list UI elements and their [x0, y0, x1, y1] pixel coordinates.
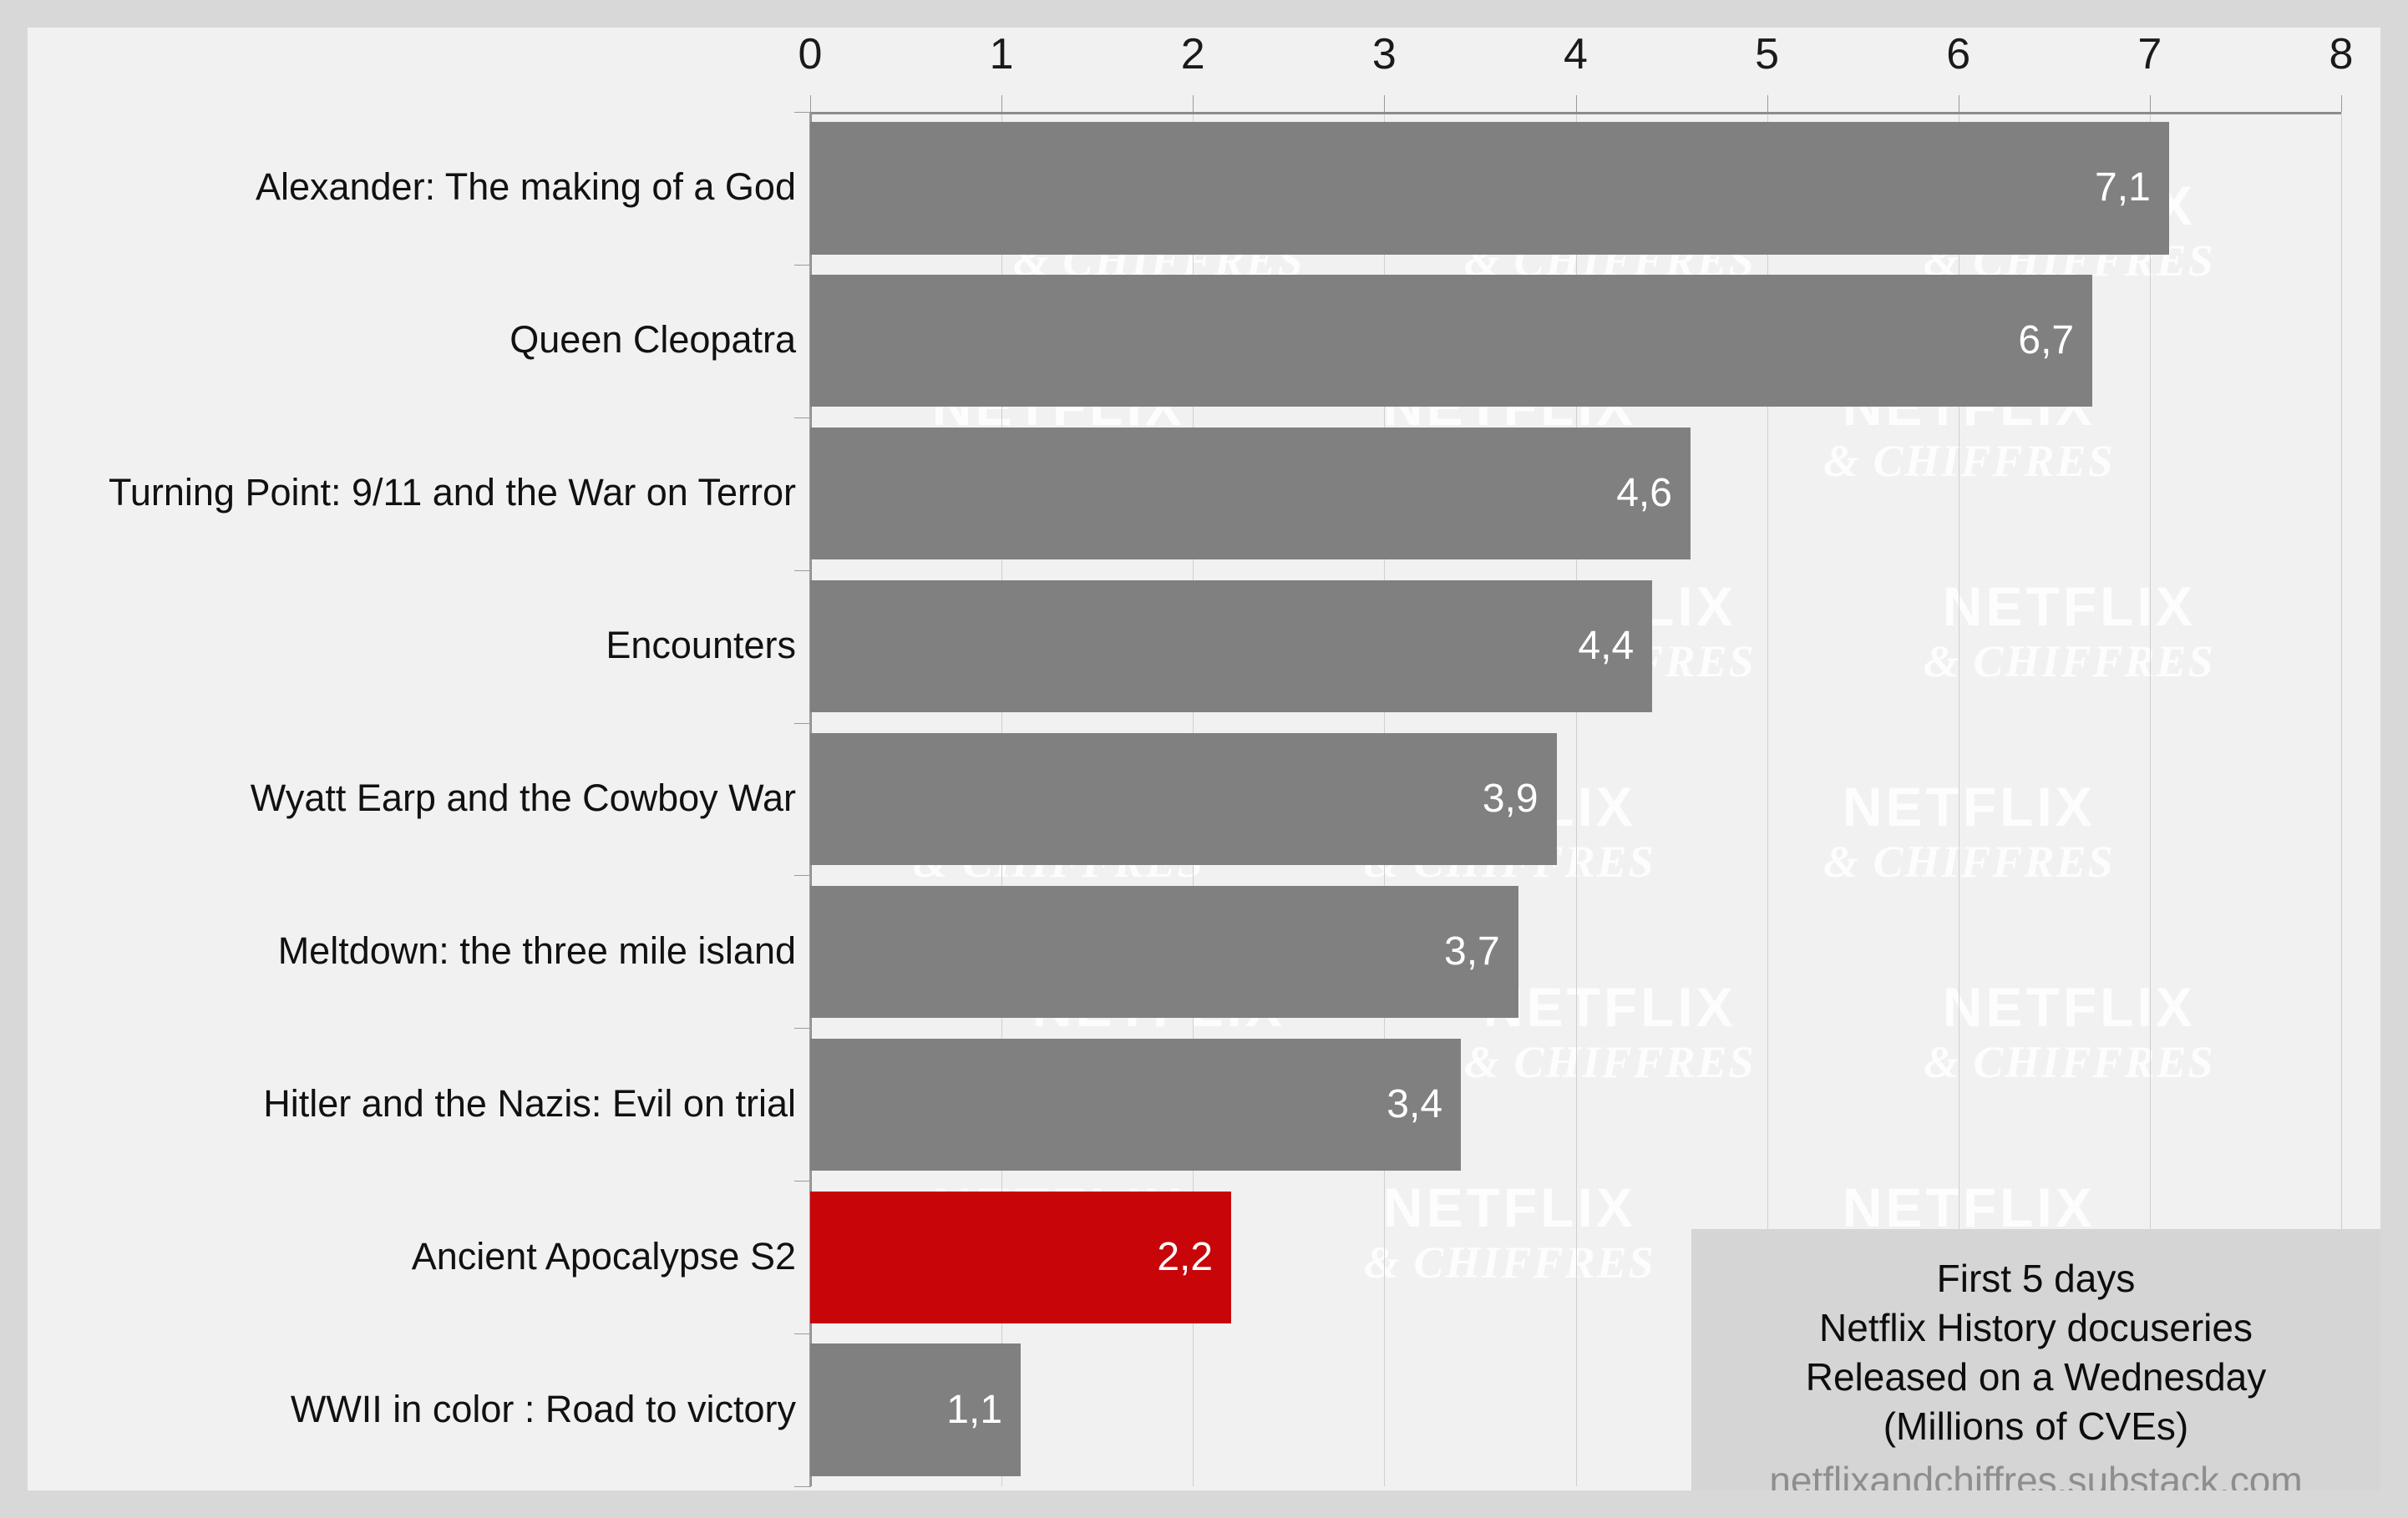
- bar-value-label: 6,7: [2018, 318, 2075, 363]
- caption-line-4: (Millions of CVEs): [1883, 1404, 2189, 1448]
- chart-page: NETFLIX& CHIFFRESNETFLIX& CHIFFRESNETFLI…: [0, 0, 2408, 1518]
- bar-value-label: 4,6: [1616, 471, 1672, 516]
- bar-track: 4,6: [810, 417, 2380, 570]
- x-axis-tick-labels: 0 1 2 3 4 5 6 7 8: [798, 30, 2354, 99]
- x-tick-label-1: 1: [989, 30, 1014, 78]
- bar-row[interactable]: Meltdown: the three mile island 3,7: [28, 875, 2380, 1028]
- category-label: Alexander: The making of a God: [255, 165, 796, 209]
- category-label: Queen Cleopatra: [509, 318, 796, 362]
- category-label: Meltdown: the three mile island: [277, 929, 796, 972]
- x-tick-label-5: 5: [1755, 30, 1780, 78]
- bar[interactable]: 7,1: [810, 122, 2169, 255]
- bar-row[interactable]: Hitler and the Nazis: Evil on trial 3,4: [28, 1028, 2380, 1181]
- bar[interactable]: 3,7: [810, 885, 1518, 1018]
- x-tick-label-7: 7: [2137, 30, 2162, 78]
- bar-value-label: 7,1: [2095, 165, 2151, 210]
- bar[interactable]: 2,2: [810, 1191, 1232, 1323]
- category-label: Encounters: [606, 624, 796, 667]
- bar-value-label: 4,4: [1578, 624, 1635, 669]
- bar[interactable]: 6,7: [810, 275, 2093, 407]
- bar-track: 6,7: [810, 265, 2380, 417]
- x-tick-label-0: 0: [798, 30, 823, 78]
- bar-row[interactable]: Queen Cleopatra 6,7: [28, 265, 2380, 417]
- caption-line-1: First 5 days: [1936, 1257, 2136, 1300]
- chart-canvas: NETFLIX& CHIFFRESNETFLIX& CHIFFRESNETFLI…: [28, 28, 2380, 1490]
- category-label: Hitler and the Nazis: Evil on trial: [263, 1081, 796, 1125]
- x-tick-label-6: 6: [1946, 30, 1971, 78]
- bar-track: 3,7: [810, 875, 2380, 1028]
- bar[interactable]: 3,4: [810, 1038, 1462, 1171]
- bar-value-label: 3,7: [1444, 929, 1500, 974]
- bar-track: 7,1: [810, 112, 2380, 265]
- caption-box: First 5 days Netflix History docuseries …: [1691, 1229, 2380, 1490]
- category-label: Turning Point: 9/11 and the War on Terro…: [109, 471, 796, 514]
- bar-value-label: 3,9: [1482, 776, 1539, 821]
- caption-source-url: netflixandchiffres.substack.com: [1769, 1458, 2303, 1491]
- x-tick-mark-8: [2341, 95, 2342, 112]
- bar-row[interactable]: Alexander: The making of a God 7,1: [28, 112, 2380, 265]
- bar[interactable]: 4,4: [810, 580, 1653, 713]
- bar-value-label: 2,2: [1157, 1234, 1214, 1279]
- y-tick-mark: [794, 1486, 811, 1487]
- caption-line-3: Released on a Wednesday: [1805, 1354, 2267, 1399]
- bar-track: 3,4: [810, 1028, 2380, 1181]
- bar-value-label: 3,4: [1387, 1081, 1443, 1126]
- bar[interactable]: 1,1: [810, 1343, 1021, 1476]
- x-tick-label-8: 8: [2329, 30, 2354, 78]
- bar-value-label: 1,1: [946, 1387, 1003, 1432]
- category-label: Ancient Apocalypse S2: [411, 1234, 796, 1278]
- x-tick-label-3: 3: [1371, 30, 1397, 78]
- category-label: Wyatt Earp and the Cowboy War: [250, 776, 796, 819]
- bar-track: 3,9: [810, 723, 2380, 876]
- x-tick-label-2: 2: [1180, 30, 1205, 78]
- bar-row[interactable]: Turning Point: 9/11 and the War on Terro…: [28, 417, 2380, 570]
- bar[interactable]: 3,9: [810, 732, 1557, 866]
- category-label: WWII in color : Road to victory: [290, 1387, 796, 1430]
- x-tick-label-4: 4: [1564, 30, 1588, 78]
- bar-track: 4,4: [810, 570, 2380, 723]
- bar-row[interactable]: Encounters 4,4: [28, 570, 2380, 723]
- bar[interactable]: 4,6: [810, 428, 1691, 560]
- caption-line-2: Netflix History docuseries: [1819, 1305, 2253, 1349]
- bar-row[interactable]: Wyatt Earp and the Cowboy War 3,9: [28, 723, 2380, 876]
